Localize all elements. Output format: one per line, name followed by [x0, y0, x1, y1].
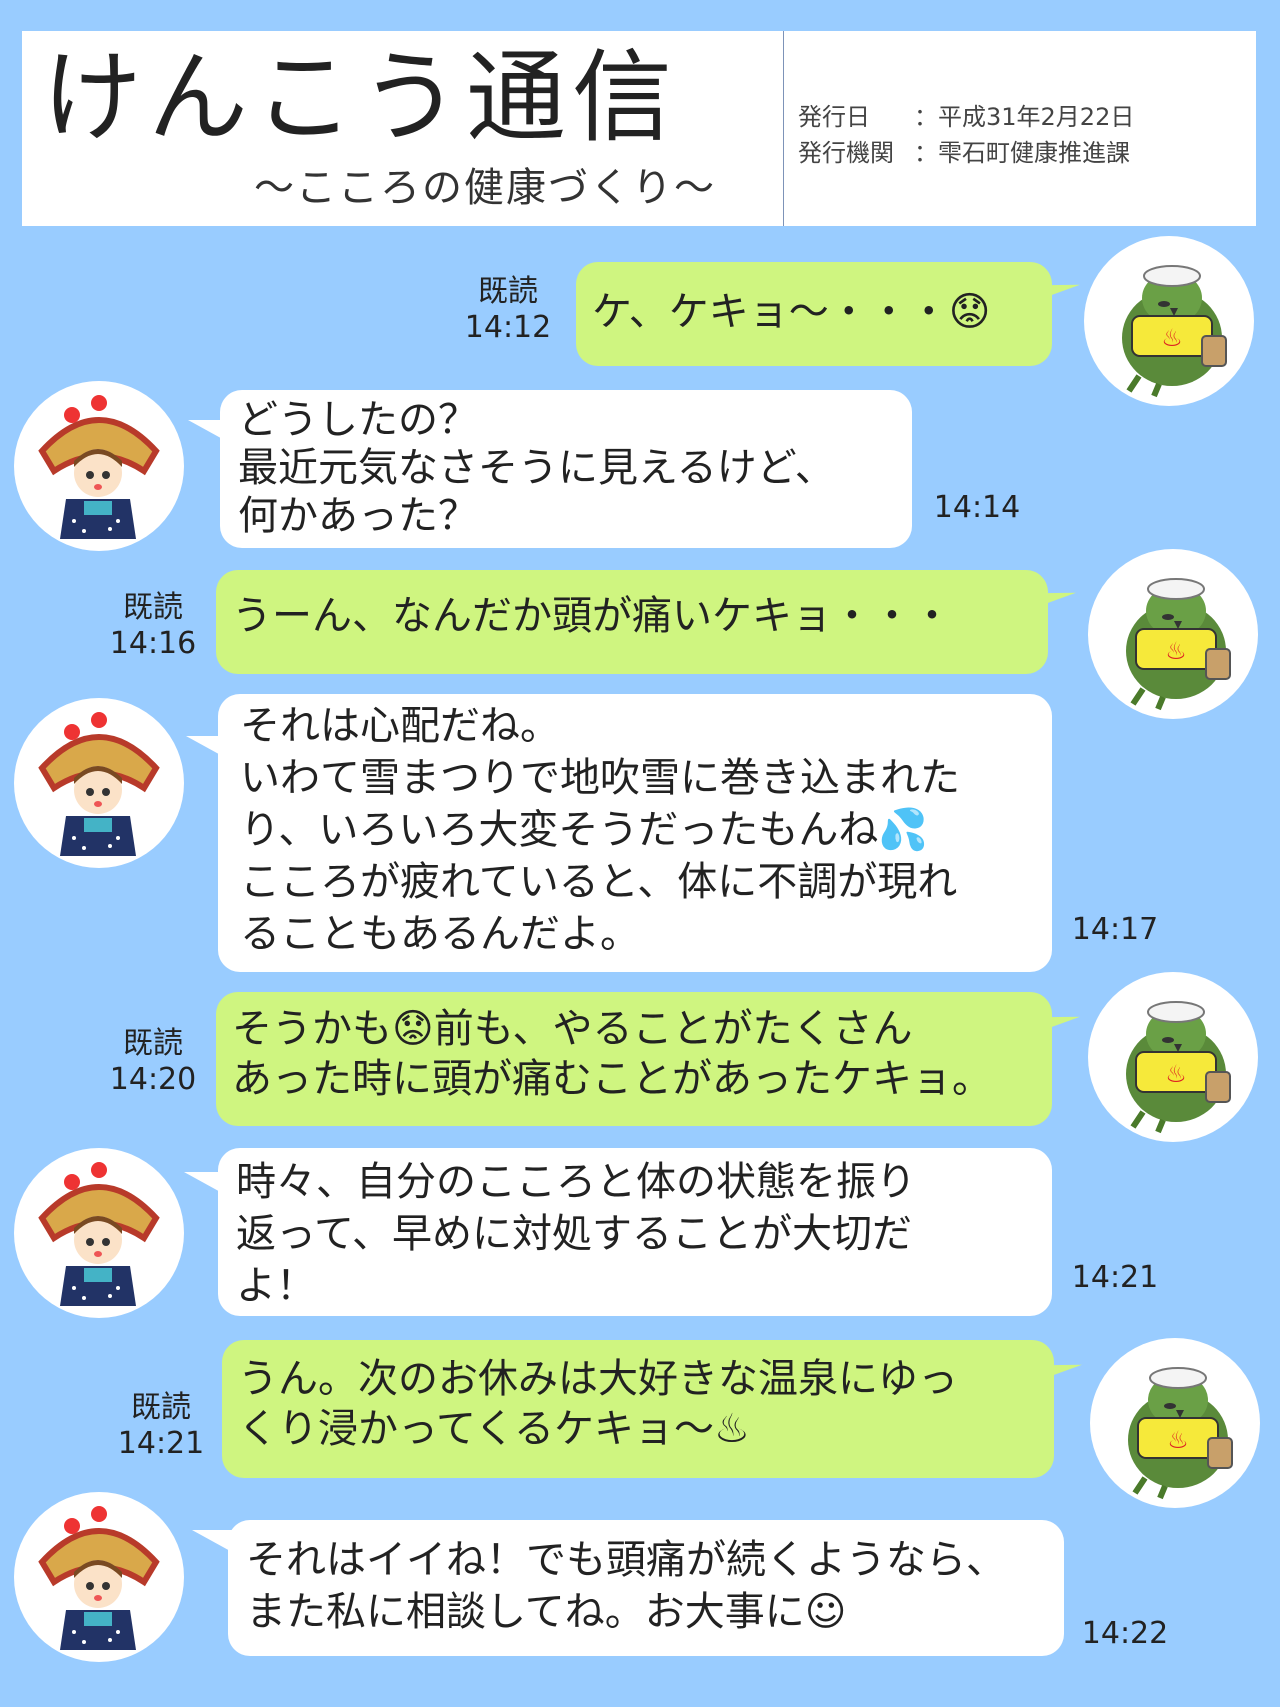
- read-receipt: 既読 14:16: [98, 590, 208, 662]
- message-time: 14:21: [1071, 1260, 1159, 1295]
- bubble-tail: [186, 736, 226, 758]
- newsletter-header: けんこう通信 ～こころの健康づくり～ 発行日 ：平成31年2月22日 発行機関 ：雫…: [22, 31, 1256, 226]
- message-line: こころが疲れていると、体に不調が現れ: [240, 859, 958, 905]
- message-time: 14:14: [933, 490, 1021, 525]
- message-bubble-5: そうかも😟前も、やることがたくさん あった時に頭が痛むことがあったケキョ。: [216, 992, 1052, 1126]
- message-line: そうかも😟前も、やることがたくさん: [232, 1006, 913, 1052]
- issue-date: 発行日 ：平成31年2月22日: [798, 97, 1134, 132]
- message-bubble-4: それは心配だね。 いわて雪まつりで地吹雪に巻き込まれた り、いろいろ大変そうだっ…: [218, 694, 1052, 972]
- message-time: 14:16: [109, 626, 197, 661]
- message-line: それは心配だね。: [240, 703, 560, 749]
- read-label: 既読: [131, 1390, 191, 1425]
- message-bubble-3: うーん、なんだか頭が痛いケキョ・・・: [216, 570, 1048, 674]
- message-bubble-1: ケ、ケキョ～・・・😟: [576, 262, 1052, 366]
- message-line: 返って、早めに対処することが大切だ: [236, 1211, 912, 1257]
- bubble-tail: [188, 420, 228, 442]
- bird-mascot-icon: [1084, 236, 1254, 406]
- girl-mascot-icon: [14, 381, 184, 551]
- message-bubble-7: うん。次のお休みは大好きな温泉にゆっ くり浸かってくるケキョ～♨: [222, 1340, 1054, 1478]
- read-label: 既読: [478, 274, 538, 309]
- message-time: 14:12: [464, 310, 552, 345]
- message-time: 14:17: [1071, 912, 1159, 947]
- message-line: くり浸かってくるケキョ～♨: [238, 1406, 750, 1452]
- message-bubble-8: それはイイね！でも頭痛が続くようなら、 また私に相談してね。お大事に☺: [228, 1520, 1064, 1656]
- message-bubble-2: どうしたの？ 最近元気なさそうに見えるけど、 何かあった？: [220, 390, 912, 548]
- read-receipt: 既読 14:21: [106, 1390, 216, 1462]
- issue-date-label: 発行日: [798, 103, 870, 131]
- girl-mascot-icon: [14, 1492, 184, 1662]
- bubble-tail: [184, 1172, 224, 1194]
- read-receipt: 既読 14:20: [98, 1026, 208, 1098]
- bird-mascot-icon: [1088, 549, 1258, 719]
- message-line: 時々、自分のこころと体の状態を振り: [236, 1159, 916, 1205]
- message-text: うーん、なんだか頭が痛いケキョ・・・: [232, 593, 952, 639]
- girl-mascot-icon: [14, 1148, 184, 1318]
- message-line: ることもあるんだよ。: [240, 911, 640, 957]
- message-line: 最近元気なさそうに見えるけど、: [238, 445, 835, 491]
- message-line: 何かあった？: [238, 493, 478, 539]
- read-receipt: 既読 14:12: [458, 274, 558, 346]
- bird-mascot-icon: [1088, 972, 1258, 1142]
- publisher-value: ：雫石町健康推進課: [914, 139, 1130, 167]
- header-divider: [783, 31, 784, 226]
- message-text: ケ、ケキョ～・・・😟: [592, 289, 991, 335]
- message-time: 14:20: [109, 1062, 197, 1097]
- message-time: 14:22: [1081, 1616, 1169, 1651]
- issue-date-value: ：平成31年2月22日: [914, 103, 1135, 131]
- message-time: 14:21: [117, 1426, 205, 1461]
- girl-mascot-icon: [14, 698, 184, 868]
- message-line: うん。次のお休みは大好きな温泉にゆっ: [238, 1356, 958, 1402]
- message-line: どうしたの？: [238, 397, 478, 443]
- message-line: また私に相談してね。お大事に☺: [246, 1589, 847, 1635]
- newsletter-title: けんこう通信: [42, 39, 678, 156]
- newsletter-subtitle: ～こころの健康づくり～: [254, 165, 716, 211]
- bird-mascot-icon: [1090, 1338, 1260, 1508]
- publisher: 発行機関 ：雫石町健康推進課: [798, 133, 1130, 168]
- read-label: 既読: [123, 590, 183, 625]
- read-label: 既読: [123, 1026, 183, 1061]
- message-bubble-6: 時々、自分のこころと体の状態を振り 返って、早めに対処することが大切だ よ！: [218, 1148, 1052, 1316]
- message-line: あった時に頭が痛むことがあったケキョ。: [232, 1056, 992, 1102]
- message-line: り、いろいろ大変そうだったもんね💦: [240, 807, 929, 853]
- message-line: よ！: [236, 1263, 316, 1309]
- bubble-tail: [192, 1530, 232, 1552]
- message-line: いわて雪まつりで地吹雪に巻き込まれた: [240, 755, 960, 801]
- publisher-label: 発行機関: [798, 139, 894, 167]
- message-line: それはイイね！でも頭痛が続くようなら、: [246, 1537, 1006, 1583]
